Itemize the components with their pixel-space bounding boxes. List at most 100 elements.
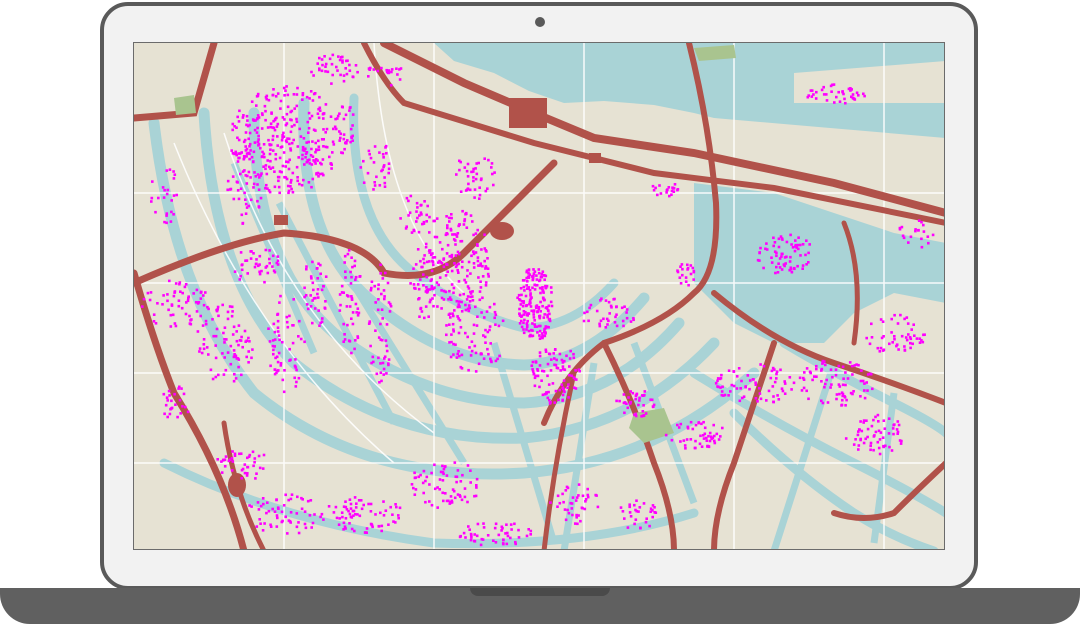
map-point [871,387,874,391]
map-point [686,427,690,430]
map-point [625,308,629,311]
map-point [350,296,354,300]
map-point [279,294,282,298]
map-point [906,322,910,325]
map-point [419,278,422,281]
map-point [558,388,562,392]
map-point [237,152,241,155]
map-point [738,399,742,403]
map-point [474,305,477,309]
map-point [466,175,470,178]
map-point [834,373,838,377]
map-point [214,334,218,338]
map-point [300,507,304,511]
map-point [903,345,906,348]
map-point [490,166,493,169]
map-point [841,383,845,387]
map-point [293,123,296,127]
map-point [169,313,173,317]
map-point [237,324,241,327]
map-point [321,63,324,67]
map-point [454,243,457,246]
map-point [355,502,358,505]
map-point [458,168,461,172]
map-point [908,336,912,339]
map-point [583,311,586,315]
map-point [170,210,173,214]
map-point [269,364,272,368]
map-point [206,305,209,309]
map-point [237,358,241,361]
map-point [388,310,392,313]
map-point [241,467,245,471]
map-point [586,493,590,497]
map-point [442,257,446,260]
map-point [561,361,565,364]
map-point [435,217,439,220]
map-point [173,322,177,325]
map-point [815,375,818,378]
map-point [310,70,313,74]
map-point [320,512,324,516]
map-point [252,464,255,468]
map-point [483,316,486,319]
map-point [351,124,354,127]
map-point [247,137,250,141]
map-canvas[interactable] [134,43,945,550]
map-point [334,505,338,509]
map-point [244,131,248,134]
map-point [716,379,719,383]
map-point [377,336,381,339]
map-point [472,332,476,335]
map-point [650,398,654,402]
map-point [331,140,335,144]
map-point [262,502,265,506]
map-point [367,149,371,153]
map-point [244,198,247,201]
map-point [563,368,567,371]
map-point [467,182,470,186]
map-point [250,155,254,159]
plaza-block [490,222,514,240]
map-point [855,91,859,95]
map-point [458,159,461,163]
map-point [456,493,460,496]
map-point [374,301,377,304]
map-point [390,68,394,71]
map-point [150,200,153,203]
map-point [538,364,542,367]
map-point [255,472,258,475]
map-point [456,469,460,472]
map-point [783,256,787,259]
map-point [777,398,781,401]
map-point [575,378,578,381]
map-point [843,97,846,101]
map-point [471,220,474,223]
map-point [317,309,320,312]
map-point [604,326,608,329]
map-point [772,244,775,248]
map-point [228,305,232,308]
map-viewport[interactable] [133,42,945,550]
map-point [456,268,459,272]
map-point [482,522,485,525]
map-point [313,160,317,163]
map-point [324,145,328,149]
map-point [314,141,317,145]
map-point [454,343,457,346]
map-point [307,126,311,130]
map-point [365,527,369,530]
map-point [635,392,639,396]
map-point [174,324,178,328]
map-point [268,249,271,252]
map-point [379,511,382,515]
map-point [433,235,437,239]
map-point [519,287,523,290]
map-point [177,304,181,308]
map-point [546,396,550,400]
map-point [865,336,868,340]
map-point [184,405,187,409]
map-point [788,260,792,263]
map-point [280,138,284,142]
map-point [383,185,387,188]
